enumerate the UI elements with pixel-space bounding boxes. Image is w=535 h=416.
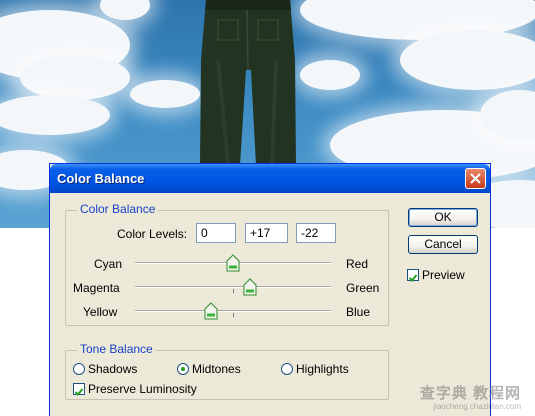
highlights-radio[interactable] xyxy=(281,363,293,375)
slider-magenta-green-thumb[interactable] xyxy=(243,278,257,296)
watermark-text: 查字典 教程网 xyxy=(419,385,521,402)
level-magenta-green-field[interactable] xyxy=(245,223,288,243)
shadows-label[interactable]: Shadows xyxy=(88,362,137,376)
slider-blue-label: Blue xyxy=(346,305,371,319)
color-balance-legend: Color Balance xyxy=(77,202,159,216)
preview-label[interactable]: Preview xyxy=(422,268,465,282)
tone-balance-legend: Tone Balance xyxy=(77,342,156,356)
slider-yellow-blue-thumb[interactable] xyxy=(204,302,218,320)
slider-magenta-green-center-tick xyxy=(233,289,234,293)
slider-cyan-label: Cyan xyxy=(94,257,123,271)
slider-red-label: Red xyxy=(346,257,369,271)
slider-magenta-label: Magenta xyxy=(73,281,120,295)
slider-green-label: Green xyxy=(346,281,380,295)
title-bar[interactable]: Color Balance xyxy=(50,164,490,193)
slider-yellow-blue-track[interactable] xyxy=(135,310,331,312)
slider-yellow-label: Yellow xyxy=(83,305,118,319)
ok-button[interactable]: OK xyxy=(408,208,478,227)
check-icon xyxy=(408,274,418,282)
watermark-url: jiaocheng.chazidian.com xyxy=(433,402,521,411)
color-levels-label: Color Levels: xyxy=(117,227,188,241)
preview-checkbox[interactable] xyxy=(407,269,419,282)
midtones-radio[interactable] xyxy=(177,363,189,375)
preserve-luminosity-checkbox[interactable] xyxy=(73,383,85,396)
level-cyan-red-field[interactable] xyxy=(196,223,236,243)
jeans-figure xyxy=(200,0,296,165)
cancel-button[interactable]: Cancel xyxy=(408,235,478,254)
slider-cyan-red-thumb[interactable] xyxy=(226,254,240,272)
slider-yellow-blue-center-tick xyxy=(233,313,234,317)
level-yellow-blue-field[interactable] xyxy=(296,223,336,243)
dialog-title: Color Balance xyxy=(57,171,145,186)
highlights-label[interactable]: Highlights xyxy=(296,362,349,376)
check-icon xyxy=(74,388,84,396)
preserve-luminosity-label[interactable]: Preserve Luminosity xyxy=(88,382,197,396)
slider-magenta-green-track[interactable] xyxy=(135,286,331,288)
shadows-radio[interactable] xyxy=(73,363,85,375)
color-balance-dialog: Color Balance Color Balance Color Levels… xyxy=(49,163,491,416)
close-button[interactable] xyxy=(465,168,486,189)
midtones-label[interactable]: Midtones xyxy=(192,362,241,376)
